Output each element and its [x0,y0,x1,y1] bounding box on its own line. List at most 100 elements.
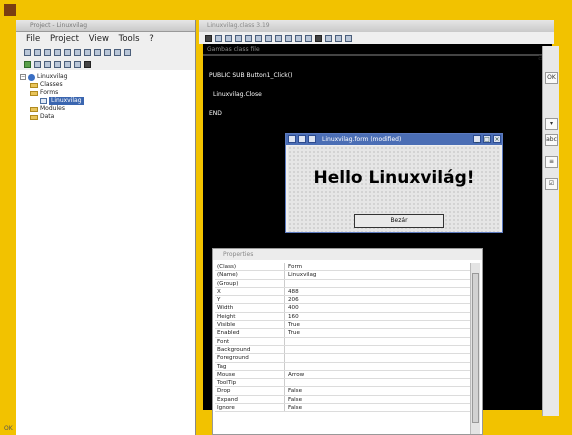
property-row[interactable]: Mouse Arrow [215,370,471,380]
pause-icon[interactable] [34,60,41,68]
indent-icon[interactable] [275,34,282,42]
reload-icon[interactable] [215,34,222,42]
property-row[interactable]: Ignore False [215,404,471,413]
property-value[interactable]: 488 [285,288,299,295]
close-button[interactable]: Bezár [354,214,444,228]
collapse-icon[interactable]: − [20,74,26,80]
property-row[interactable]: (Name) Linuxvilag [215,271,471,280]
redo-icon[interactable] [265,34,272,42]
property-row[interactable]: Visible True [215,321,471,330]
property-row[interactable]: Enabled True [215,329,471,338]
save-icon[interactable] [44,48,51,56]
tree-item-project[interactable]: − Linuxvilag [16,73,195,81]
tree-item-classes[interactable]: Classes [16,81,195,89]
toolbox-label-tool[interactable]: abc [545,134,558,146]
cut-icon[interactable] [225,34,232,42]
property-value[interactable] [285,363,288,370]
tree-item-form-linuxvilag[interactable]: Linuxvilag [16,97,195,105]
step-over-icon[interactable] [64,60,71,68]
property-row[interactable]: Drop False [215,387,471,396]
tree-item-modules[interactable]: Modules [16,105,195,113]
comment-icon[interactable] [295,34,302,42]
project-window-title[interactable]: Project - Linuxvilag [16,20,195,32]
unindent-icon[interactable] [285,34,292,42]
property-value[interactable]: Form [285,263,302,270]
settings-icon[interactable] [124,48,131,56]
paste-icon[interactable] [94,48,101,56]
property-row[interactable]: Font [215,337,471,346]
print-icon[interactable] [325,34,332,42]
window-sticky-icon[interactable] [298,135,306,143]
scrollbar-thumb[interactable] [472,273,479,423]
new-icon[interactable] [24,48,31,56]
property-row[interactable]: Background [215,345,471,355]
form-icon[interactable] [104,48,111,56]
copy-icon[interactable] [235,34,242,42]
property-value[interactable]: False [285,404,302,411]
close-icon[interactable]: × [493,135,501,143]
window-shade-icon[interactable] [308,135,316,143]
property-value[interactable] [285,346,288,353]
property-value[interactable]: True [285,329,300,336]
property-row[interactable]: Expand False [215,395,471,405]
toolbox-checkbox-tool[interactable]: ☑ [545,178,558,190]
form-window-titlebar[interactable]: Linuxvilag.form (modified) _ □ × [286,134,502,145]
undo-icon[interactable] [255,34,262,42]
window-menu-icon[interactable] [288,135,296,143]
toolbox-list-tool[interactable]: ≡ [545,156,558,168]
property-value[interactable]: True [285,321,300,328]
hello-label[interactable]: Hello Linuxvilág! [288,168,500,188]
step-out-icon[interactable] [74,60,81,68]
property-value[interactable]: False [285,387,302,394]
form-design-grid[interactable]: Hello Linuxvilág! Bezár [288,146,500,232]
property-value[interactable]: Arrow [285,371,304,378]
property-value[interactable]: 160 [285,313,299,320]
property-value[interactable]: 206 [285,296,299,303]
property-value[interactable] [285,354,288,361]
save-icon[interactable] [205,34,212,42]
property-row[interactable]: (Group) [215,279,471,288]
stop-icon[interactable] [44,60,51,68]
find-icon[interactable] [315,34,322,42]
property-value[interactable]: 400 [285,304,299,311]
maximize-icon[interactable]: □ [483,135,491,143]
tree-item-forms[interactable]: Forms [16,89,195,97]
uncomment-icon[interactable] [305,34,312,42]
paste-icon[interactable] [245,34,252,42]
property-value[interactable]: False [285,396,302,403]
property-row[interactable]: X 488 [215,287,471,297]
cut-icon[interactable] [74,48,81,56]
toolbox-button-tool[interactable]: OK [545,72,558,84]
property-row[interactable]: Height 160 [215,312,471,322]
save-as-icon[interactable] [54,48,61,56]
properties-icon[interactable] [64,48,71,56]
properties-scrollbar[interactable] [470,263,480,434]
property-value[interactable]: Linuxvilag [285,271,316,278]
tree-item-data[interactable]: Data [16,113,195,121]
code-line-sub[interactable]: PUBLIC SUB Button1_Click() [209,72,292,79]
goto-icon[interactable] [335,34,342,42]
editor-window-title[interactable]: Linuxvilag.class 3.19 [199,20,554,32]
property-row[interactable]: ToolTip [215,379,471,388]
property-row[interactable]: Foreground [215,354,471,363]
minimize-icon[interactable]: _ [473,135,481,143]
search-icon[interactable] [345,34,352,42]
toolbox-combo-tool[interactable]: ▾ [545,118,558,130]
code-line-close[interactable]: Linuxvilag.Close [213,91,262,98]
menu-view[interactable]: View [89,34,109,44]
property-value[interactable] [285,379,288,386]
property-row[interactable]: Tag [215,362,471,371]
property-row[interactable]: (Class) Form [215,263,471,272]
property-value[interactable] [285,280,288,287]
menu-file[interactable]: File [26,34,40,44]
property-row[interactable]: Y 206 [215,296,471,305]
property-value[interactable] [285,338,288,345]
menu-project[interactable]: Project [50,34,79,44]
copy-icon[interactable] [84,48,91,56]
menu-tools[interactable]: Tools [119,34,140,44]
grid-icon[interactable] [114,48,121,56]
code-line-end[interactable]: END [209,110,222,117]
run-icon[interactable] [24,60,31,68]
compile-icon[interactable] [84,60,91,68]
open-icon[interactable] [34,48,41,56]
